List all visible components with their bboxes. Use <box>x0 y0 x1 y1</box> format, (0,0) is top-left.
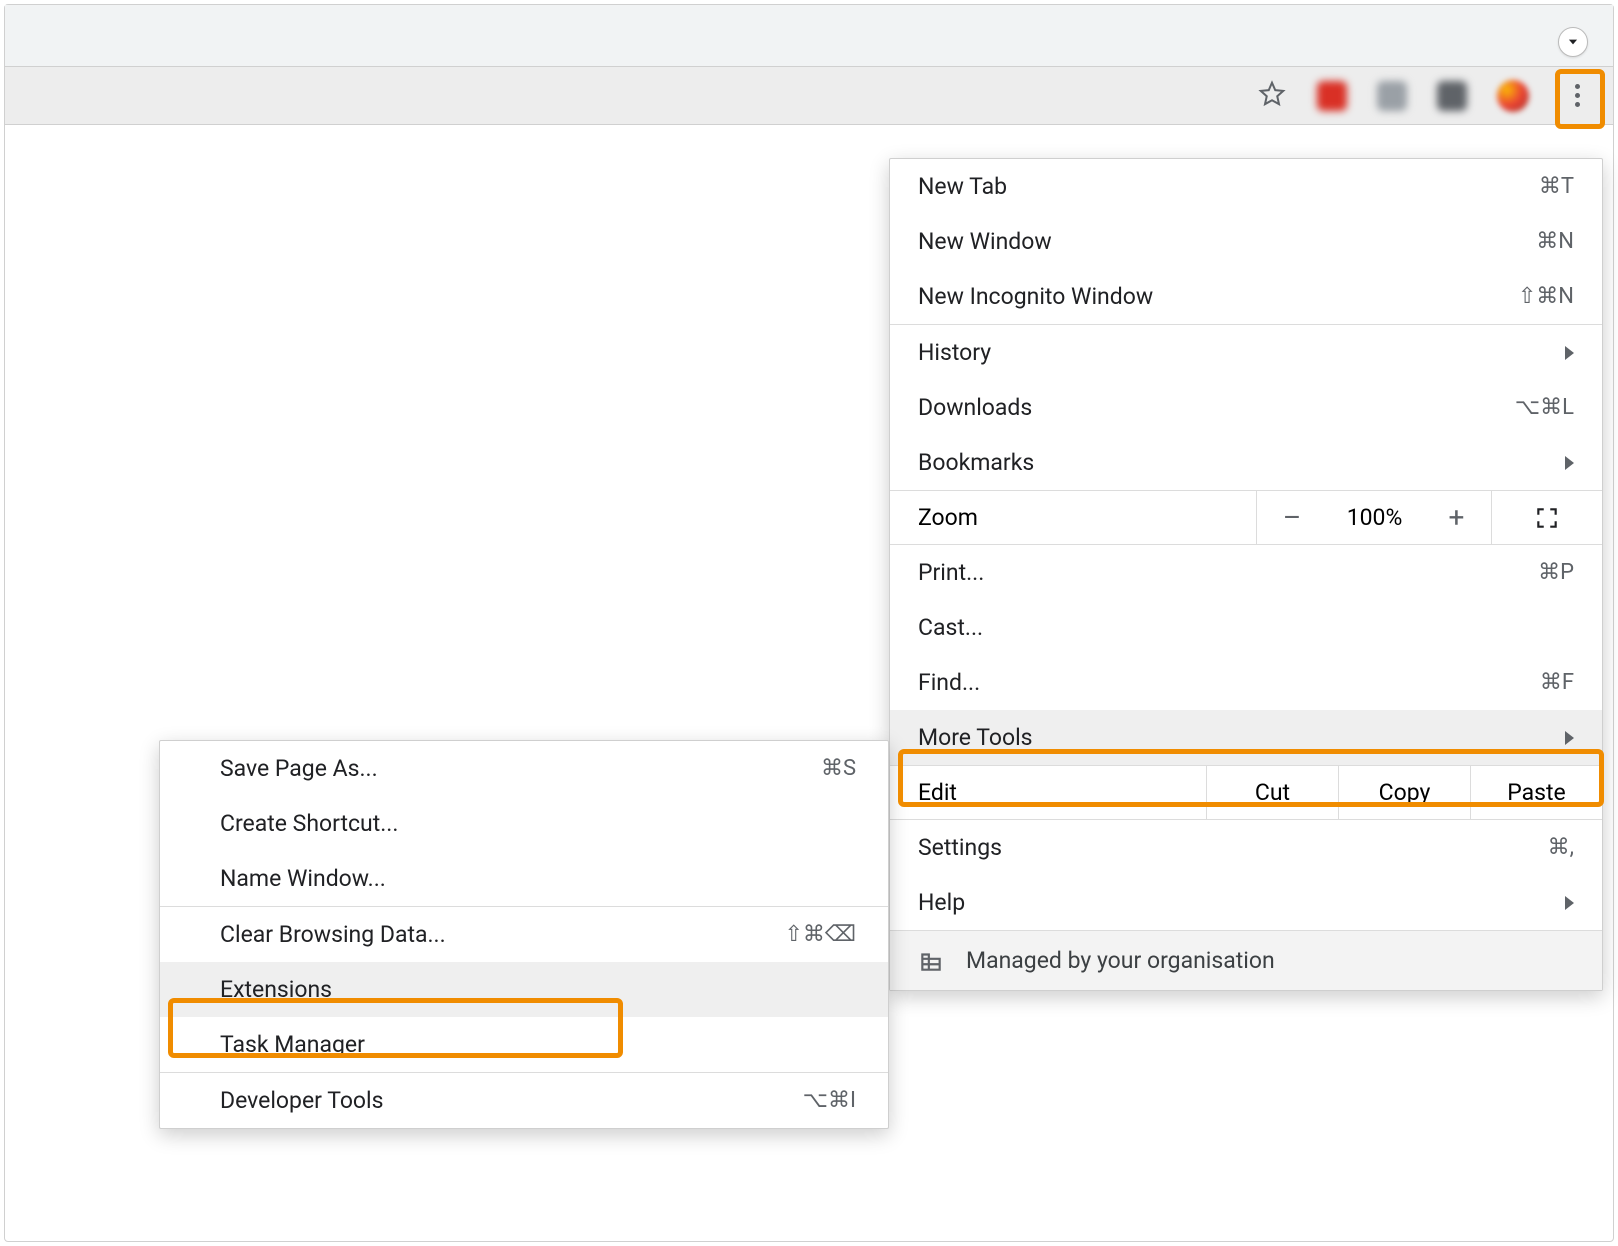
menu-item-history[interactable]: History <box>890 325 1602 380</box>
tab-strip <box>5 5 1613 67</box>
managed-by-org[interactable]: Managed by your organisation <box>890 930 1602 990</box>
submenu-arrow-icon <box>1565 456 1574 470</box>
menu-item-settings[interactable]: Settings ⌘, <box>890 820 1602 875</box>
profile-avatar[interactable] <box>1497 80 1529 112</box>
menu-item-clear-browsing-data[interactable]: Clear Browsing Data... ⇧⌘⌫ <box>160 907 888 962</box>
copy-button[interactable]: Copy <box>1338 766 1470 819</box>
menu-item-print[interactable]: Print... ⌘P <box>890 545 1602 600</box>
zoom-out-button[interactable]: – <box>1257 491 1327 544</box>
paste-button[interactable]: Paste <box>1470 766 1602 819</box>
menu-item-new-tab[interactable]: New Tab ⌘T <box>890 159 1602 214</box>
building-icon <box>918 948 944 974</box>
menu-item-developer-tools[interactable]: Developer Tools ⌥⌘I <box>160 1073 888 1128</box>
submenu-arrow-icon <box>1565 896 1574 910</box>
chrome-menu-button[interactable] <box>1559 75 1595 117</box>
menu-item-task-manager[interactable]: Task Manager <box>160 1017 888 1072</box>
zoom-controls: Zoom – 100% + <box>890 490 1602 545</box>
menu-item-cast[interactable]: Cast... <box>890 600 1602 655</box>
zoom-in-button[interactable]: + <box>1422 491 1492 544</box>
chevron-down-icon <box>1566 35 1580 49</box>
menu-item-create-shortcut[interactable]: Create Shortcut... <box>160 796 888 851</box>
managed-label: Managed by your organisation <box>966 947 1275 974</box>
vertical-dots-icon <box>1575 84 1580 107</box>
chrome-main-menu: New Tab ⌘T New Window ⌘N New Incognito W… <box>889 158 1603 991</box>
menu-item-new-incognito[interactable]: New Incognito Window ⇧⌘N <box>890 269 1602 324</box>
browser-toolbar <box>5 67 1613 125</box>
menu-item-name-window[interactable]: Name Window... <box>160 851 888 906</box>
fullscreen-icon <box>1534 505 1560 531</box>
zoom-label: Zoom <box>890 491 1257 544</box>
tab-search-button[interactable] <box>1558 27 1588 57</box>
menu-item-save-page[interactable]: Save Page As... ⌘S <box>160 741 888 796</box>
menu-item-extensions[interactable]: Extensions <box>160 962 888 1017</box>
menu-item-find[interactable]: Find... ⌘F <box>890 655 1602 710</box>
more-tools-submenu: Save Page As... ⌘S Create Shortcut... Na… <box>159 740 889 1129</box>
bookmark-star-icon[interactable] <box>1257 79 1287 113</box>
menu-item-more-tools[interactable]: More Tools <box>890 710 1602 765</box>
edit-label: Edit <box>890 766 1206 819</box>
zoom-value: 100% <box>1327 491 1422 544</box>
fullscreen-button[interactable] <box>1492 491 1602 544</box>
submenu-arrow-icon <box>1565 731 1574 745</box>
menu-item-help[interactable]: Help <box>890 875 1602 930</box>
extension-icon-3[interactable] <box>1437 81 1467 111</box>
menu-item-new-window[interactable]: New Window ⌘N <box>890 214 1602 269</box>
menu-item-bookmarks[interactable]: Bookmarks <box>890 435 1602 490</box>
extension-icon-1[interactable] <box>1317 81 1347 111</box>
submenu-arrow-icon <box>1565 346 1574 360</box>
browser-window: New Tab ⌘T New Window ⌘N New Incognito W… <box>4 4 1614 1242</box>
edit-controls: Edit Cut Copy Paste <box>890 765 1602 820</box>
cut-button[interactable]: Cut <box>1206 766 1338 819</box>
extension-icon-2[interactable] <box>1377 81 1407 111</box>
menu-item-downloads[interactable]: Downloads ⌥⌘L <box>890 380 1602 435</box>
